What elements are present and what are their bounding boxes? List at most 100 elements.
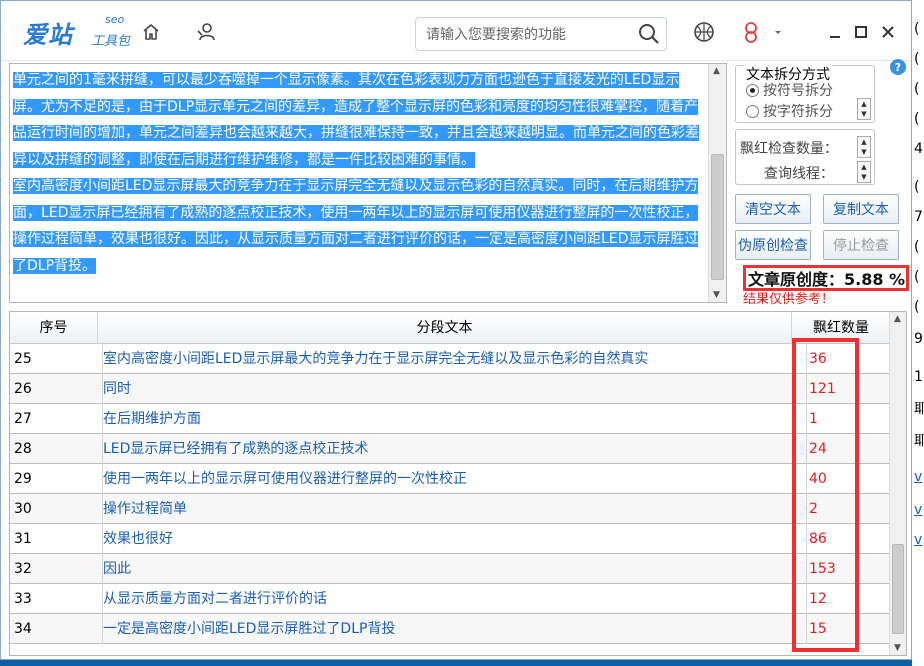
table-row[interactable]: 27 在后期维护方面 1: [10, 404, 890, 434]
threads-spinner[interactable]: ▲ ▼: [857, 161, 871, 183]
row-red-count: 1: [806, 404, 890, 434]
editor-text[interactable]: 单元之间的1毫米拼缝，可以最少吞噬掉一个显示像素。其次在色彩表现力方面也逊色于直…: [13, 67, 707, 279]
logo-tool-text: 工具包: [91, 34, 131, 49]
radio-label: 按字符拆分: [763, 104, 833, 120]
table-scrollbar[interactable]: ▲ ▼: [889, 312, 906, 655]
column-header-index[interactable]: 序号: [10, 312, 98, 344]
chevron-down-icon[interactable]: [771, 19, 785, 45]
row-segment-text[interactable]: 从显示质量方面对二者进行评价的话: [102, 584, 792, 614]
row-segment-text[interactable]: LED显示屏已经拥有了成熟的逐点校正技术: [102, 434, 792, 464]
row-segment-text[interactable]: 在后期维护方面: [102, 404, 792, 434]
background-text: (: [914, 22, 920, 36]
background-text: 9: [914, 332, 923, 346]
editor-scrollbar[interactable]: ▲ ▼: [708, 64, 726, 302]
split-mode-group: 文本拆分方式 按符号拆分 按字符拆分 ▲ ▼: [735, 64, 875, 123]
table-row[interactable]: 28 LED显示屏已经拥有了成熟的逐点校正技术 24: [10, 434, 890, 464]
home-icon[interactable]: [138, 19, 164, 45]
row-segment-text[interactable]: 使用一两年以上的显示屏可使用仪器进行整屏的一次性校正: [102, 464, 792, 494]
search-box: [415, 17, 667, 51]
row-segment-text[interactable]: 一定是高密度小间距LED显示屏胜过了DLP背投: [102, 614, 792, 644]
background-text: (: [914, 240, 920, 254]
app-window: 爱站 seo 工具包 请输入您要搜索的功能 单元之间的1毫米拼缝，可以最少吞噬掉…: [0, 0, 912, 660]
row-red-count: 15: [806, 614, 890, 644]
table-row[interactable]: 31 效果也很好 86: [10, 524, 890, 554]
check-settings-group: 飘红检查数量： ▲ ▼ 查询线程： ▲ ▼: [735, 129, 875, 185]
stop-check-button[interactable]: 停止检查: [823, 230, 899, 260]
row-segment-text[interactable]: 室内高密度小间距LED显示屏最大的竞争力在于显示屏完全无缝以及显示色彩的自然真实: [102, 344, 792, 374]
segment-table: 序号 分段文本 飘红数量 25 室内高密度小间距LED显示屏最大的竞争力在于显示屏…: [9, 311, 907, 656]
table-row[interactable]: 33 从显示质量方面对二者进行评价的话 12: [10, 584, 890, 614]
minimize-icon[interactable]: [824, 21, 846, 43]
clear-text-button[interactable]: 清空文本: [735, 194, 811, 224]
scroll-down-icon[interactable]: ▼: [894, 643, 901, 653]
row-index: 29: [14, 471, 32, 487]
row-red-count: 12: [806, 584, 890, 614]
logo-main-text: 爱站: [23, 20, 73, 49]
scroll-up-icon[interactable]: ▲: [894, 314, 901, 324]
background-text: 4: [914, 142, 923, 156]
search-input[interactable]: [426, 24, 626, 46]
scroll-down-icon[interactable]: ▼: [713, 290, 720, 300]
row-red-count: 24: [806, 434, 890, 464]
red-count-spinner[interactable]: ▲ ▼: [857, 136, 871, 158]
editor-scroll-thumb[interactable]: [711, 154, 724, 280]
background-text: 1: [914, 370, 923, 384]
radio-button[interactable]: [746, 83, 759, 97]
editor-paragraph: 单元之间的1毫米拼缝，可以最少吞噬掉一个显示像素。其次在色彩表现力方面也逊色于直…: [13, 72, 699, 168]
background-text: 耶: [914, 402, 924, 416]
radio-button[interactable]: [746, 104, 759, 118]
background-link[interactable]: v: [914, 470, 924, 484]
column-header-segment[interactable]: 分段文本: [98, 312, 792, 344]
row-index: 33: [14, 591, 32, 607]
row-segment-text[interactable]: 同时: [102, 374, 792, 404]
background-text: (: [914, 52, 920, 66]
background-link[interactable]: v: [914, 503, 924, 517]
logo-seo-text: seo: [105, 13, 125, 26]
scroll-up-icon[interactable]: ▲: [713, 66, 720, 76]
row-index: 26: [14, 381, 32, 397]
radio-label: 按符号拆分: [763, 83, 833, 99]
radio-split-by-symbol[interactable]: 按符号拆分: [746, 80, 833, 100]
text-editor[interactable]: 单元之间的1毫米拼缝，可以最少吞噬掉一个显示像素。其次在色彩表现力方面也逊色于直…: [9, 63, 727, 303]
threads-label: 查询线程：: [764, 166, 834, 182]
copy-text-button[interactable]: 复制文本: [823, 194, 899, 224]
row-red-count: 36: [806, 344, 890, 374]
char-count-spinner[interactable]: ▲ ▼: [857, 98, 871, 120]
maximize-icon[interactable]: [850, 21, 872, 43]
row-index: 25: [14, 351, 32, 367]
row-segment-text[interactable]: 因此: [102, 554, 792, 584]
row-segment-text[interactable]: 操作过程简单: [102, 494, 792, 524]
table-row[interactable]: 32 因此 153: [10, 554, 890, 584]
radio-split-by-char[interactable]: 按字符拆分: [746, 101, 833, 121]
title-bar: 爱站 seo 工具包: [1, 1, 911, 61]
row-red-count: 40: [806, 464, 890, 494]
editor-paragraph: 室内高密度小间距LED显示屏最大的竞争力在于显示屏完全无缝以及显示色彩的自然真实…: [13, 178, 699, 274]
table-row[interactable]: 25 室内高密度小间距LED显示屏最大的竞争力在于显示屏完全无缝以及显示色彩的自然…: [10, 344, 890, 374]
row-index: 28: [14, 441, 32, 457]
table-row[interactable]: 34 一定是高密度小间距LED显示屏胜过了DLP背投 15: [10, 614, 890, 644]
background-text: 耶: [914, 434, 924, 448]
row-index: 34: [14, 621, 32, 637]
help-icon[interactable]: ?: [890, 59, 906, 75]
table-row[interactable]: 26 同时 121: [10, 374, 890, 404]
row-index: 32: [14, 561, 32, 577]
table-scroll-thumb[interactable]: [892, 544, 904, 634]
row-index: 27: [14, 411, 32, 427]
result-note: 结果仅供参考！: [743, 292, 835, 307]
table-header: 序号 分段文本 飘红数量: [10, 312, 890, 344]
background-link[interactable]: v: [914, 533, 924, 547]
table-row[interactable]: 30 操作过程简单 2: [10, 494, 890, 524]
background-text: (: [914, 82, 920, 96]
basketball-icon[interactable]: [691, 19, 717, 45]
row-segment-text[interactable]: 效果也很好: [102, 524, 792, 554]
row-red-count: 121: [806, 374, 890, 404]
account-icon[interactable]: [738, 19, 764, 45]
user-switch-icon[interactable]: [193, 19, 219, 45]
background-text: 7: [914, 210, 923, 224]
column-header-red-count[interactable]: 飘红数量: [792, 312, 890, 344]
pseudo-original-check-button[interactable]: 伪原创检查: [735, 230, 811, 260]
search-icon[interactable]: [638, 23, 660, 45]
close-icon[interactable]: [877, 21, 899, 43]
table-row[interactable]: 29 使用一两年以上的显示屏可使用仪器进行整屏的一次性校正 40: [10, 464, 890, 494]
table-body: 25 室内高密度小间距LED显示屏最大的竞争力在于显示屏完全无缝以及显示色彩的自然…: [10, 344, 890, 644]
